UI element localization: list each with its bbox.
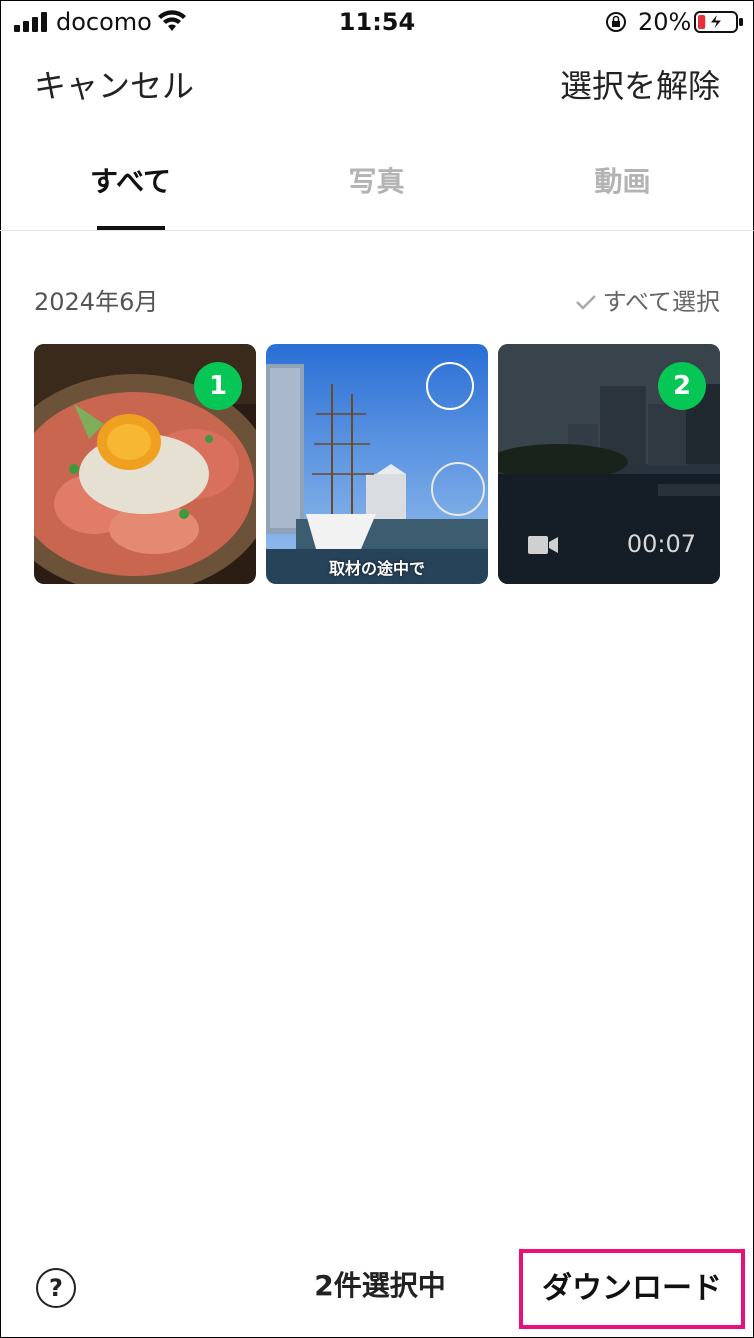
tab-videos[interactable]: 動画 <box>497 162 748 202</box>
selected-count: 2件選択中 <box>314 1269 446 1302</box>
battery-percent: 20% <box>638 8 692 36</box>
photo-caption: 取材の途中で <box>328 559 425 578</box>
download-button[interactable]: ダウンロード <box>519 1249 745 1329</box>
cancel-button[interactable]: キャンセル <box>34 62 194 110</box>
active-tab-indicator <box>97 226 165 230</box>
video-camera-icon <box>528 536 558 554</box>
status-bar: docomo 11:54 20% <box>0 0 754 44</box>
media-item-photo-1[interactable]: 1 <box>34 344 256 584</box>
select-all-label: すべて選択 <box>602 288 720 316</box>
tab-photos[interactable]: 写真 <box>251 162 502 202</box>
selection-circle[interactable] <box>426 362 474 410</box>
media-item-photo-2[interactable]: 取材の途中で <box>266 344 488 584</box>
battery-charging-icon <box>694 11 743 33</box>
media-tabs: すべて 写真 動画 <box>0 150 754 231</box>
help-icon[interactable]: ? <box>36 1268 76 1308</box>
orientation-lock-icon <box>606 12 626 32</box>
selection-badge: 1 <box>194 362 242 410</box>
month-heading: 2024年6月 <box>34 288 159 316</box>
video-duration: 00:07 <box>626 530 696 558</box>
selection-badge: 2 <box>658 362 706 410</box>
tab-all[interactable]: すべて <box>5 162 256 202</box>
select-all-button[interactable]: すべて選択 <box>575 284 720 320</box>
check-icon <box>575 295 596 310</box>
media-item-video[interactable]: 2 00:07 <box>498 344 720 584</box>
deselect-button[interactable]: 選択を解除 <box>560 62 720 110</box>
